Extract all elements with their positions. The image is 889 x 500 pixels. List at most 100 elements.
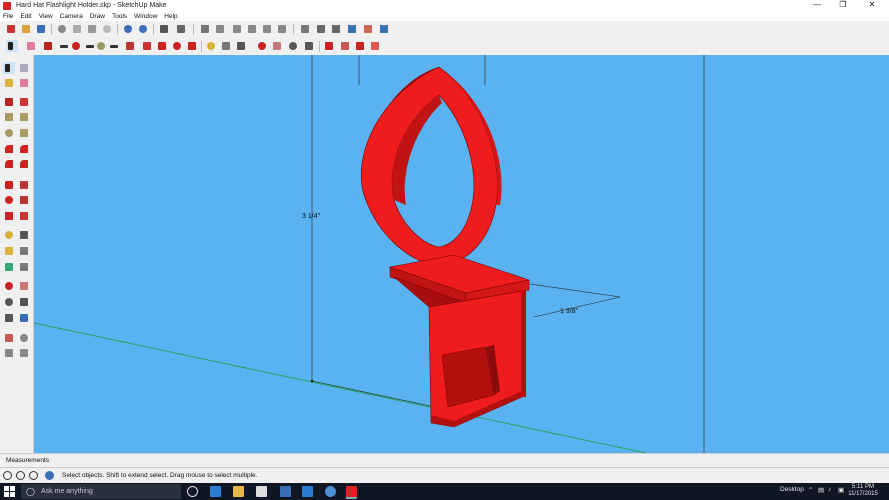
- line-icon[interactable]: [3, 96, 15, 108]
- text-icon[interactable]: [18, 245, 30, 257]
- save-icon[interactable]: [35, 23, 47, 35]
- minimize-button[interactable]: —: [804, 0, 830, 11]
- scale-icon[interactable]: [186, 40, 198, 52]
- model-canvas[interactable]: 3 1/4" 1 3/8": [34, 55, 889, 453]
- shaded-textures-icon[interactable]: [362, 23, 374, 35]
- zoom-icon[interactable]: [287, 40, 299, 52]
- model-info-icon[interactable]: [175, 23, 187, 35]
- tray-chevron-icon[interactable]: ⌃: [808, 486, 813, 494]
- two-point-arc-icon[interactable]: [18, 143, 30, 155]
- push-pull-icon[interactable]: [124, 40, 136, 52]
- dimension-icon[interactable]: [18, 229, 30, 241]
- orbit-icon[interactable]: [256, 40, 268, 52]
- system-clock[interactable]: 5:11 PM 11/17/2015: [848, 484, 878, 498]
- line-tool-icon[interactable]: [42, 40, 54, 52]
- zoom-window-icon[interactable]: [18, 296, 30, 308]
- sketchup-taskbar-icon[interactable]: [346, 486, 357, 497]
- geo-location-icon[interactable]: [3, 471, 12, 480]
- select-tool-icon[interactable]: [3, 62, 15, 74]
- protractor-icon[interactable]: [3, 245, 15, 257]
- top-view-icon[interactable]: [214, 23, 226, 35]
- arc-icon[interactable]: [3, 143, 15, 155]
- share-model-icon[interactable]: [339, 40, 351, 52]
- volume-icon[interactable]: ♪: [828, 486, 831, 493]
- menu-edit[interactable]: Edit: [20, 13, 31, 20]
- cut-icon[interactable]: [56, 23, 68, 35]
- rotate-tool-icon[interactable]: [3, 194, 15, 206]
- menu-draw[interactable]: Draw: [90, 13, 105, 20]
- dimension-tool-icon[interactable]: [235, 40, 247, 52]
- shape-tool-icon[interactable]: [95, 40, 107, 52]
- undo-icon[interactable]: [122, 23, 134, 35]
- left-view-icon[interactable]: [276, 23, 288, 35]
- cortana-search-box[interactable]: ◯ Ask me anything: [21, 484, 181, 499]
- line-dropdown-icon[interactable]: [58, 40, 70, 52]
- open-file-icon[interactable]: [20, 23, 32, 35]
- measurements-input[interactable]: [50, 456, 886, 465]
- tape-measure-icon[interactable]: [205, 40, 217, 52]
- previous-view-icon[interactable]: [18, 312, 30, 324]
- shaded-icon[interactable]: [346, 23, 358, 35]
- task-view-icon[interactable]: [187, 486, 198, 497]
- redo-icon[interactable]: [137, 23, 149, 35]
- print-icon[interactable]: [158, 23, 170, 35]
- circle-icon[interactable]: [3, 127, 15, 139]
- edge-browser-icon[interactable]: [210, 486, 221, 497]
- zoom-extents-icon[interactable]: [303, 40, 315, 52]
- credits-icon[interactable]: [16, 471, 25, 480]
- height-dimension-label[interactable]: 3 1/4": [302, 213, 321, 220]
- warehouse-icon[interactable]: [323, 40, 335, 52]
- eraser-tool-icon[interactable]: [18, 77, 30, 89]
- section-plane-icon[interactable]: [18, 347, 30, 359]
- menu-help[interactable]: Help: [164, 13, 177, 20]
- xray-icon[interactable]: [299, 23, 311, 35]
- paste-icon[interactable]: [86, 23, 98, 35]
- polygon-icon[interactable]: [18, 127, 30, 139]
- freehand-icon[interactable]: [18, 96, 30, 108]
- store-icon[interactable]: [256, 486, 267, 497]
- pan-tool-icon[interactable]: [18, 280, 30, 292]
- follow-me-icon[interactable]: [18, 194, 30, 206]
- menu-camera[interactable]: Camera: [60, 13, 83, 20]
- push-pull-tool-icon[interactable]: [18, 179, 30, 191]
- desktop-toolbar-label[interactable]: Desktop: [780, 486, 804, 493]
- text-tool-icon[interactable]: [220, 40, 232, 52]
- file-explorer-icon[interactable]: [233, 486, 244, 497]
- chrome-icon[interactable]: [325, 486, 336, 497]
- model-viewport[interactable]: 3 1/4" 1 3/8": [34, 55, 889, 453]
- paint-bucket-icon[interactable]: [3, 77, 15, 89]
- iso-view-icon[interactable]: [199, 23, 211, 35]
- hidden-line-icon[interactable]: [330, 23, 342, 35]
- zoom-tool-icon[interactable]: [3, 296, 15, 308]
- windows-start-icon[interactable]: [4, 486, 15, 497]
- move-tool-icon[interactable]: [3, 179, 15, 191]
- maximize-button[interactable]: ❐: [830, 0, 856, 11]
- front-view-icon[interactable]: [231, 23, 243, 35]
- look-around-icon[interactable]: [18, 332, 30, 344]
- right-view-icon[interactable]: [246, 23, 258, 35]
- erase-icon[interactable]: [101, 23, 113, 35]
- outlook-icon[interactable]: [280, 486, 291, 497]
- notification-icon[interactable]: ▣: [838, 486, 844, 494]
- scale-tool-icon[interactable]: [3, 210, 15, 222]
- user-account-icon[interactable]: [29, 471, 38, 480]
- three-point-arc-icon[interactable]: [3, 158, 15, 170]
- sketchup-app-icon[interactable]: [3, 1, 11, 10]
- offset-icon[interactable]: [141, 40, 153, 52]
- shape-dropdown-icon[interactable]: [108, 40, 120, 52]
- layout-icon[interactable]: [369, 40, 381, 52]
- pie-icon[interactable]: [18, 158, 30, 170]
- monochrome-icon[interactable]: [378, 23, 390, 35]
- 3d-text-icon[interactable]: [18, 261, 30, 273]
- back-view-icon[interactable]: [261, 23, 273, 35]
- arc-tool-icon[interactable]: [70, 40, 82, 52]
- app-icon[interactable]: [302, 486, 313, 497]
- move-icon[interactable]: [156, 40, 168, 52]
- eraser-icon[interactable]: [25, 40, 37, 52]
- extension-warehouse-icon[interactable]: [354, 40, 366, 52]
- wireframe-icon[interactable]: [315, 23, 327, 35]
- tape-measure-tool-icon[interactable]: [3, 229, 15, 241]
- make-component-icon[interactable]: [18, 62, 30, 74]
- depth-dimension-label[interactable]: 1 3/8": [560, 308, 579, 315]
- rotated-rectangle-icon[interactable]: [18, 111, 30, 123]
